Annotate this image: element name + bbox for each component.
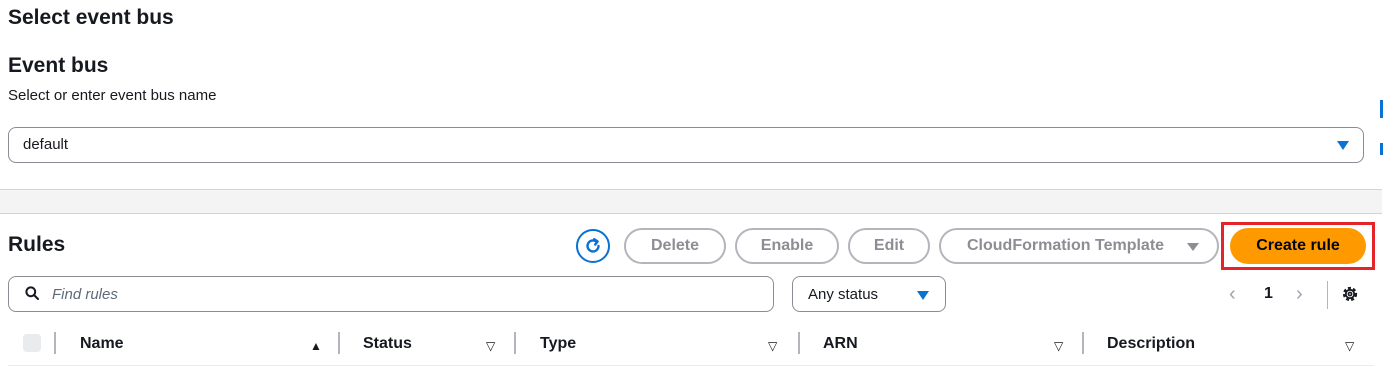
table-header-divider (8, 365, 1374, 366)
edit-button[interactable]: Edit (848, 228, 930, 264)
gear-icon[interactable] (1340, 284, 1360, 304)
previous-page-button[interactable]: ‹ (1229, 283, 1236, 306)
event-bus-selected-value: default (23, 136, 69, 153)
status-filter-value: Any status (808, 286, 879, 303)
event-bus-select[interactable]: default (8, 127, 1364, 163)
refresh-icon (586, 238, 600, 253)
column-divider (1082, 332, 1084, 354)
search-placeholder: Find rules (52, 286, 118, 303)
caret-down-icon (1337, 141, 1349, 150)
divider (0, 213, 1382, 214)
scroll-indicator (1380, 100, 1383, 118)
column-header-description[interactable]: Description (1107, 335, 1195, 353)
section-title: Select event bus (8, 6, 174, 29)
next-page-button[interactable]: › (1296, 283, 1303, 306)
enable-button[interactable]: Enable (735, 228, 839, 264)
select-all-checkbox[interactable] (23, 334, 41, 352)
sort-icon[interactable]: ▽ (1054, 339, 1063, 353)
event-bus-description: Select or enter event bus name (8, 87, 217, 104)
panel-gap (0, 190, 1382, 213)
event-bus-label: Event bus (8, 54, 109, 77)
cloudformation-template-label: CloudFormation Template (967, 237, 1165, 254)
find-rules-search[interactable]: Find rules (8, 276, 774, 312)
sort-icon[interactable]: ▽ (1345, 339, 1354, 353)
delete-button[interactable]: Delete (624, 228, 726, 264)
column-header-type[interactable]: Type (540, 335, 576, 353)
page-number[interactable]: 1 (1264, 285, 1273, 303)
rules-title: Rules (8, 233, 66, 256)
sort-icon[interactable]: ▽ (768, 339, 777, 353)
divider (1327, 281, 1328, 309)
column-header-status[interactable]: Status (363, 335, 412, 353)
sort-ascending-icon[interactable]: ▲ (310, 339, 322, 353)
column-divider (798, 332, 800, 354)
scroll-indicator (1380, 143, 1383, 155)
column-header-arn[interactable]: ARN (823, 335, 858, 353)
refresh-button[interactable] (576, 229, 610, 263)
caret-down-icon (1187, 243, 1199, 251)
search-icon (25, 286, 39, 300)
cloudformation-template-button[interactable]: CloudFormation Template (939, 228, 1219, 264)
column-header-name[interactable]: Name (80, 335, 124, 353)
column-divider (54, 332, 56, 354)
caret-down-icon (917, 291, 929, 300)
sort-icon[interactable]: ▽ (486, 339, 495, 353)
column-divider (514, 332, 516, 354)
highlight-box (1221, 222, 1375, 270)
status-filter-select[interactable]: Any status (792, 276, 946, 312)
column-divider (338, 332, 340, 354)
